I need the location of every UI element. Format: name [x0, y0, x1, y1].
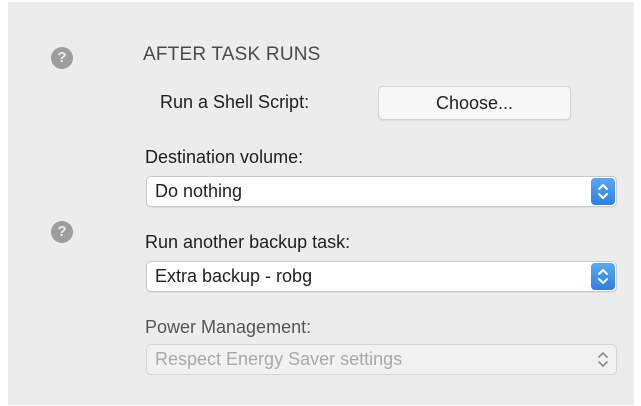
help-icon[interactable]: ?	[51, 47, 73, 69]
destination-volume-select[interactable]: Do nothing	[146, 176, 617, 207]
chevron-updown-icon	[591, 263, 615, 290]
another-backup-label: Run another backup task:	[145, 232, 351, 252]
help-icon[interactable]: ?	[51, 221, 73, 243]
another-backup-value: Extra backup - robg	[155, 266, 313, 286]
destination-volume-label: Destination volume:	[145, 147, 304, 167]
section-heading: AFTER TASK RUNS	[143, 44, 321, 65]
after-task-panel: ? AFTER TASK RUNS Run a Shell Script: Ch…	[8, 2, 634, 405]
chevron-updown-icon	[591, 178, 615, 205]
destination-volume-value: Do nothing	[155, 181, 243, 201]
another-backup-select[interactable]: Extra backup - robg	[146, 261, 617, 292]
power-management-value: Respect Energy Saver settings	[155, 349, 403, 369]
shell-script-label: Run a Shell Script:	[160, 92, 310, 112]
power-management-select[interactable]: Respect Energy Saver settings	[146, 344, 617, 375]
choose-script-button[interactable]: Choose...	[378, 86, 571, 120]
chevron-updown-icon	[591, 346, 615, 373]
power-management-label: Power Management:	[145, 317, 312, 337]
